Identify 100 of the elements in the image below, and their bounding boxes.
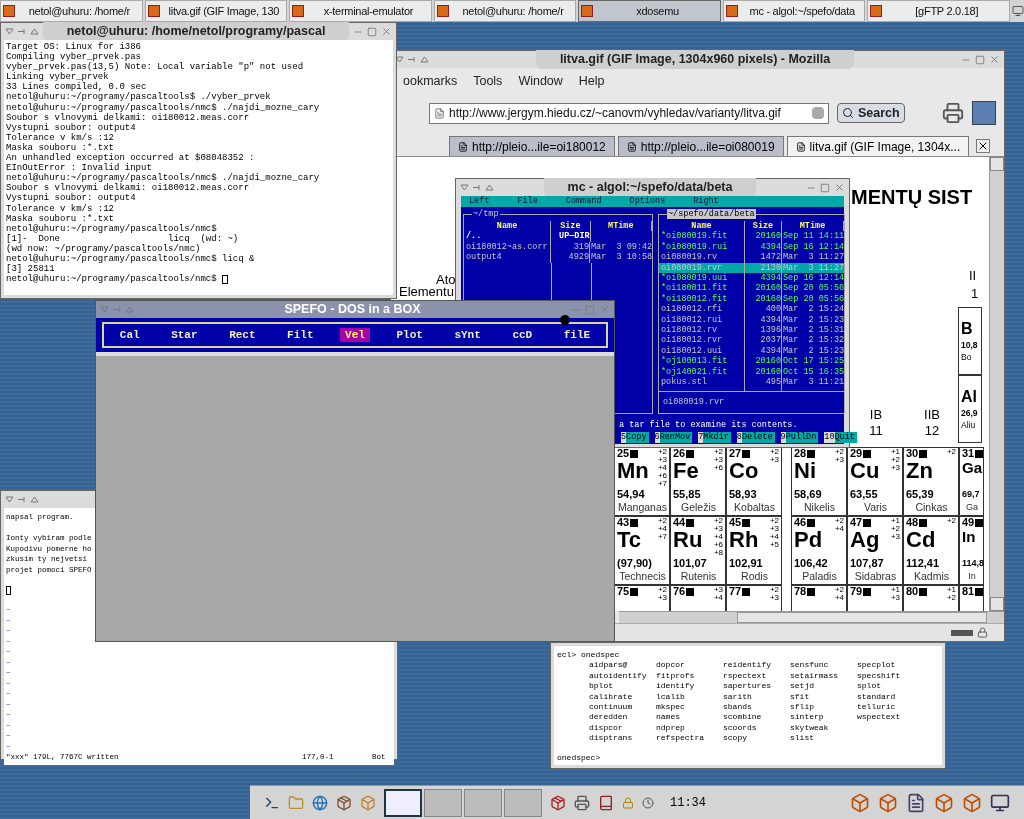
- package-icon[interactable]: [336, 794, 352, 811]
- lock-icon[interactable]: [622, 796, 634, 809]
- menu-item[interactable]: ookmarks: [403, 71, 458, 91]
- close-icon[interactable]: [834, 182, 845, 193]
- maximize-icon[interactable]: [975, 54, 985, 65]
- task-button[interactable]: netol@uhuru: /home/r: [0, 0, 143, 22]
- file-row[interactable]: oi080019.rv 1472 Mar 3 11:27: [659, 252, 844, 263]
- close-icon[interactable]: [381, 26, 392, 37]
- menu-item[interactable]: ccD: [507, 328, 538, 342]
- desktop-icon[interactable]: [1012, 5, 1024, 17]
- menu-item[interactable]: Help: [578, 71, 605, 91]
- box-icon[interactable]: [962, 792, 982, 813]
- window-menu-icon[interactable]: [5, 495, 39, 504]
- menu-item[interactable]: Options: [629, 196, 666, 207]
- book-icon[interactable]: [598, 794, 614, 811]
- maximize-icon[interactable]: [820, 182, 830, 193]
- task-name: names: [656, 712, 680, 723]
- search-button[interactable]: Search: [837, 103, 905, 123]
- task-button[interactable]: xdosemu: [578, 0, 721, 22]
- file-row[interactable]: *oj140021.fit 20160 Oct 15 16:35: [659, 366, 844, 378]
- file-row[interactable]: oi180012.uui 4394 Mar 2 15:23: [659, 345, 844, 357]
- menu-item[interactable]: Star: [166, 328, 203, 342]
- function-key[interactable]: 10Quit: [824, 432, 857, 443]
- clock-icon[interactable]: [642, 796, 654, 809]
- file-row[interactable]: *oi080019.uui 4394 Sep 16 12:14: [659, 273, 844, 284]
- oxidation-states: +2 +3 +4 +6 +7: [657, 448, 667, 488]
- close-icon[interactable]: [989, 54, 1000, 65]
- oxidation-states: +2 +3: [657, 586, 667, 602]
- url-field[interactable]: http://www.jergym.hiedu.cz/~canovm/vyhledav/varianty/litva.gif: [429, 102, 829, 124]
- task-name: fitprofs: [656, 670, 695, 682]
- computer-icon[interactable]: [990, 792, 1010, 813]
- window-menu-icon[interactable]: [5, 27, 39, 36]
- element-mark-icon: [742, 587, 751, 596]
- maximize-icon[interactable]: [367, 26, 377, 37]
- file-row[interactable]: oi180012.rv 1396 Mar 2 15:31: [659, 325, 844, 336]
- browser-tab[interactable]: http://pleio...ile=oi180012: [449, 136, 615, 156]
- dropdown-icon[interactable]: [812, 107, 824, 119]
- function-key[interactable]: 6RenMov: [654, 432, 693, 443]
- task-name: setairmass: [790, 670, 838, 682]
- menu-item[interactable]: sYnt: [449, 328, 486, 342]
- menu-item[interactable]: File: [517, 196, 538, 207]
- box-icon[interactable]: [360, 794, 376, 811]
- menu-item[interactable]: Rect: [224, 328, 261, 342]
- menu-item[interactable]: Vel: [340, 328, 370, 342]
- file-row[interactable]: oi180012.rvr 2037 Mar 2 15:32: [659, 335, 844, 346]
- globe-icon[interactable]: [312, 794, 328, 811]
- window-menu-icon[interactable]: [460, 183, 494, 192]
- image-label: Elementu: [399, 285, 454, 298]
- function-key[interactable]: 7Mkdir: [698, 432, 731, 443]
- window-menu-icon[interactable]: [395, 55, 429, 64]
- task-button[interactable]: mc - algol:~/spefo/data: [722, 0, 866, 22]
- task-button[interactable]: litva.gif (GIF Image, 130: [144, 0, 288, 22]
- file-row[interactable]: oi180012~as.corr 319 Mar 3 09:42: [464, 241, 652, 253]
- menu-item[interactable]: Plot: [391, 328, 428, 342]
- file-row[interactable]: *oi180011.fit 20160 Sep 20 05:56: [659, 283, 844, 294]
- box-icon[interactable]: [878, 792, 898, 813]
- file-row[interactable]: oi180012.rui 4394 Mar 2 15:23: [659, 314, 844, 326]
- menu-item[interactable]: Command: [565, 196, 602, 207]
- browser-tab[interactable]: litva.gif (GIF Image, 1304x...: [786, 136, 970, 156]
- menu-item[interactable]: filE: [558, 328, 596, 342]
- menu-item[interactable]: Filt: [282, 328, 319, 342]
- file-row[interactable]: pokus.stl 495 Mar 3 11:21: [659, 377, 844, 388]
- element-name: Aliu: [961, 420, 977, 431]
- menu-item[interactable]: Tools: [473, 71, 503, 91]
- file-row[interactable]: *oi080019.fit 20160 Sep 11 14:11: [659, 231, 844, 242]
- printer-icon[interactable]: [574, 794, 590, 811]
- menu-item[interactable]: Cal: [114, 328, 145, 342]
- task-name: splot: [857, 681, 881, 692]
- terminal-line: Maska souboru :*.txt: [6, 142, 115, 153]
- element-symbol: Pd: [794, 529, 823, 551]
- task-button[interactable]: netol@uhuru: /home/r: [433, 0, 577, 22]
- workspace-switcher[interactable]: [384, 788, 542, 817]
- oxidation-states: +2 +3: [769, 586, 779, 602]
- box-icon[interactable]: [850, 792, 870, 813]
- panel-path: ~/spefo/data/beta: [667, 209, 756, 219]
- menu-item[interactable]: Right: [693, 196, 719, 207]
- file-row[interactable]: *oi180012.fit 20160 Sep 20 05:56: [659, 293, 844, 305]
- file-row[interactable]: output4 4929 Mar 3 10:58: [464, 252, 652, 263]
- file-row[interactable]: *oj100013.fit 20160 Oct 17 15:25: [659, 356, 844, 367]
- mouse-pointer-icon: [560, 315, 570, 325]
- file-row[interactable]: /.. UP—DIR: [464, 231, 652, 242]
- menu-item[interactable]: Left: [469, 196, 490, 207]
- task-button[interactable]: x-terminal-emulator: [289, 0, 432, 22]
- horizontal-scrollbar[interactable]: [619, 611, 1004, 623]
- printer-icon[interactable]: [942, 102, 964, 124]
- document-icon[interactable]: [906, 792, 926, 813]
- task-button[interactable]: [gFTP 2.0.18]: [867, 0, 1011, 22]
- browser-tab[interactable]: http://pleio...ile=oi080019: [617, 136, 784, 156]
- column-header: Size: [551, 221, 591, 232]
- package-icon[interactable]: [550, 794, 566, 811]
- folder-icon[interactable]: [288, 794, 304, 811]
- element-name: Rodis: [740, 570, 769, 583]
- file-row[interactable]: *oi080019.rui 4394 Sep 16 12:14: [659, 241, 844, 253]
- clock[interactable]: 11:34: [662, 793, 714, 812]
- close-tab-icon[interactable]: [976, 139, 991, 153]
- file-row[interactable]: oi180012.rfi 400 Mar 2 15:24: [659, 304, 844, 315]
- menu-item[interactable]: Window: [518, 71, 563, 91]
- function-key[interactable]: 9PullDn: [780, 432, 819, 443]
- box-icon[interactable]: [934, 792, 954, 813]
- vertical-scrollbar[interactable]: [989, 157, 1004, 611]
